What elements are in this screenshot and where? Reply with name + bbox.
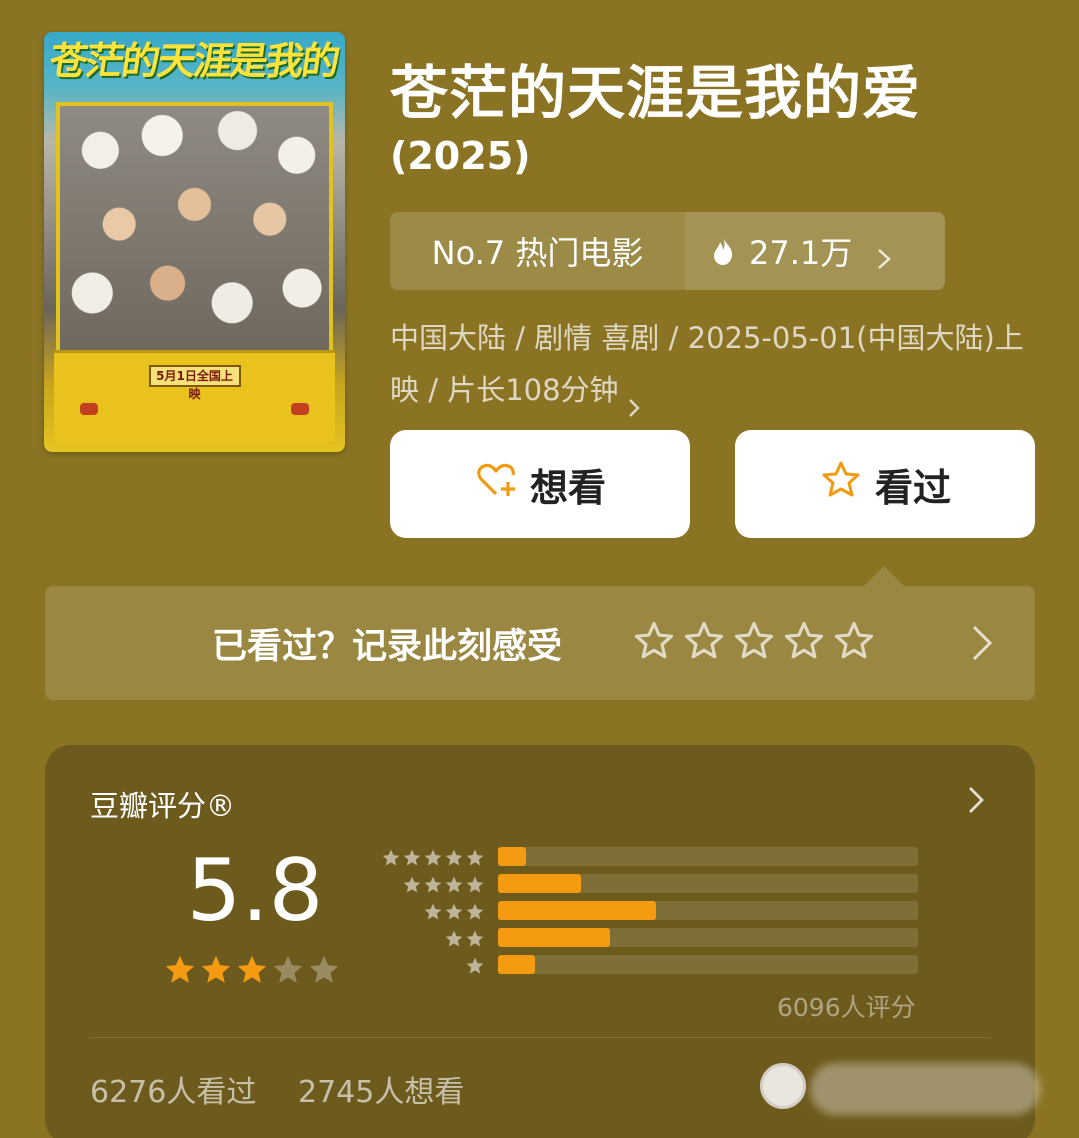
want-count[interactable]: 2745人想看	[298, 1067, 464, 1111]
seen-count[interactable]: 6276人看过	[90, 1067, 256, 1111]
distribution-track	[498, 955, 918, 974]
distribution-track	[498, 874, 918, 893]
record-feeling-bar[interactable]: 已看过？记录此刻感受	[45, 586, 1035, 700]
tooltip-notch	[864, 566, 904, 586]
record-prompt: 已看过？记录此刻感受	[212, 627, 563, 667]
distribution-bar	[498, 874, 581, 893]
star-filled-icon	[163, 953, 197, 991]
distribution-bar	[498, 901, 656, 920]
want-label: 想看	[529, 465, 606, 510]
distribution-bar	[498, 847, 526, 866]
rating-input-stars[interactable]	[633, 620, 875, 666]
movie-poster[interactable]: 苍茫的天涯是我的爱 5月1日全国上映	[44, 32, 345, 452]
movie-year: (2025)	[390, 134, 531, 178]
friends-activity-blurred[interactable]	[810, 1063, 1040, 1115]
douban-rating-card[interactable]: 豆瓣评分® 5.8 6096人评分 6276人看过 2745人想看	[45, 745, 1040, 1138]
heart-plus-icon	[474, 458, 518, 511]
star-level-icons	[443, 929, 485, 949]
poster-lamp-right	[291, 403, 309, 415]
star-outline-icon[interactable]	[683, 620, 725, 666]
chevron-right-icon	[876, 240, 892, 269]
star-level-icons	[380, 848, 485, 868]
chevron-right-icon	[627, 382, 641, 417]
distribution-track	[498, 928, 918, 947]
star-empty-icon	[271, 953, 305, 991]
star-level-icons	[422, 902, 485, 922]
star-outline-icon[interactable]	[783, 620, 825, 666]
avatar[interactable]	[760, 1063, 806, 1109]
poster-release-sign: 5月1日全国上映	[148, 365, 241, 401]
star-level-icons	[401, 875, 485, 895]
movie-title: 苍茫的天涯是我的爱	[390, 59, 922, 127]
heat-value: 27.1万	[749, 234, 853, 272]
star-outline-icon[interactable]	[833, 620, 875, 666]
distribution-bar	[498, 928, 611, 947]
star-outline-icon[interactable]	[733, 620, 775, 666]
rating-stars	[163, 953, 341, 991]
poster-artwork	[56, 102, 333, 352]
star-outline-icon	[819, 458, 863, 511]
heat-section[interactable]: 27.1万	[685, 212, 945, 290]
poster-bus: 5月1日全国上映	[54, 350, 335, 442]
poster-title-art: 苍茫的天涯是我的爱	[47, 40, 342, 82]
star-empty-icon	[307, 953, 341, 991]
flame-icon	[711, 236, 735, 266]
poster-lamp-left	[80, 403, 98, 415]
star-filled-icon	[199, 953, 233, 991]
chevron-right-icon	[972, 625, 993, 661]
rating-score: 5.8	[186, 841, 324, 941]
star-level-icons	[464, 956, 485, 976]
movie-info[interactable]: 中国大陆 / 剧情 喜剧 / 2025-05-01(中国大陆)上映 / 片长10…	[390, 312, 1040, 417]
rank-label: No.7 热门电影	[431, 234, 644, 272]
rating-label: 豆瓣评分®	[90, 789, 236, 823]
star-filled-icon	[235, 953, 269, 991]
want-to-watch-button[interactable]: 想看	[390, 430, 690, 538]
distribution-bar	[498, 955, 535, 974]
star-outline-icon[interactable]	[633, 620, 675, 666]
movie-info-text: 中国大陆 / 剧情 喜剧 / 2025-05-01(中国大陆)上映 / 片长10…	[390, 321, 1024, 407]
distribution-track	[498, 901, 918, 920]
distribution-track	[498, 847, 918, 866]
divider	[90, 1037, 990, 1038]
chevron-right-icon	[969, 787, 984, 813]
seen-label: 看过	[874, 465, 951, 510]
rating-count: 6096人评分	[777, 993, 916, 1022]
rank-bar[interactable]: No.7 热门电影 27.1万	[390, 212, 945, 290]
watched-button[interactable]: 看过	[735, 430, 1035, 538]
